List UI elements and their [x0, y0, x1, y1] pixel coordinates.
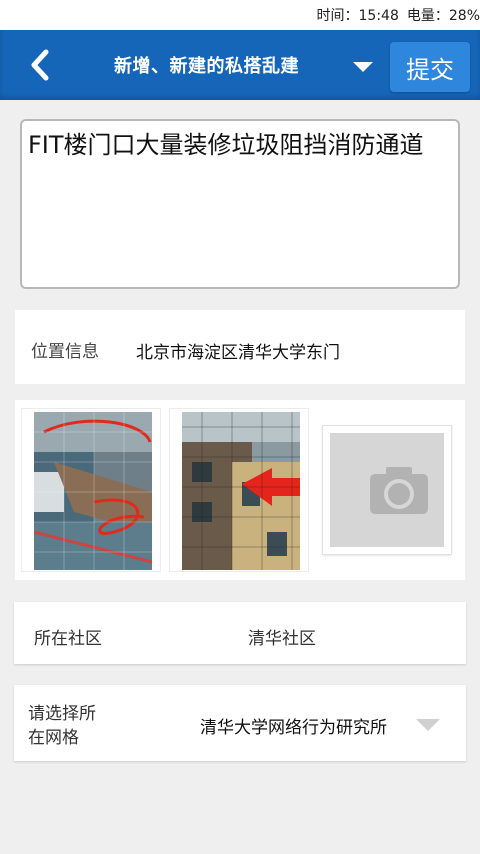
status-time: 时间：15:48 [316, 8, 399, 24]
community-row: 所在社区 清华社区 [14, 602, 466, 664]
photo-gallery [15, 400, 465, 580]
photo-2-image [182, 412, 300, 570]
chevron-down-icon[interactable] [416, 719, 440, 733]
community-label: 所在社区 [34, 629, 102, 649]
status-battery: 电量：28% [406, 8, 480, 24]
chevron-down-icon[interactable] [353, 62, 373, 74]
photo-1-image [34, 412, 152, 570]
grid-select[interactable]: 请选择所 在网格 清华大学网络行为研究所 [14, 685, 466, 761]
page-title: 新增、新建的私搭乱建 [114, 56, 299, 77]
back-arrow-icon[interactable] [26, 48, 56, 82]
status-bar: 时间：15:48 电量：28% [0, 0, 480, 30]
location-label: 位置信息 [31, 342, 99, 362]
location-card: 位置信息 北京市海淀区清华大学东门 [15, 310, 465, 384]
location-value: 北京市海淀区清华大学东门 [136, 343, 340, 363]
submit-button[interactable]: 提交 [390, 42, 470, 92]
description-textarea[interactable]: FIT楼门口大量装修垃圾阻挡消防通道 [20, 119, 460, 289]
photo-thumbnail-2[interactable] [169, 408, 309, 572]
grid-label-line1: 请选择所 [28, 704, 96, 724]
add-photo-slot[interactable] [317, 408, 457, 572]
add-photo-button[interactable] [323, 426, 451, 554]
community-value: 清华社区 [248, 629, 316, 649]
grid-label-line2: 在网格 [28, 728, 79, 748]
grid-label: 请选择所 在网格 [28, 702, 128, 750]
grid-value: 清华大学网络行为研究所 [200, 718, 387, 738]
app-bar: 新增、新建的私搭乱建 提交 [0, 30, 480, 100]
photo-thumbnail-1[interactable] [21, 408, 161, 572]
camera-icon [370, 467, 428, 514]
